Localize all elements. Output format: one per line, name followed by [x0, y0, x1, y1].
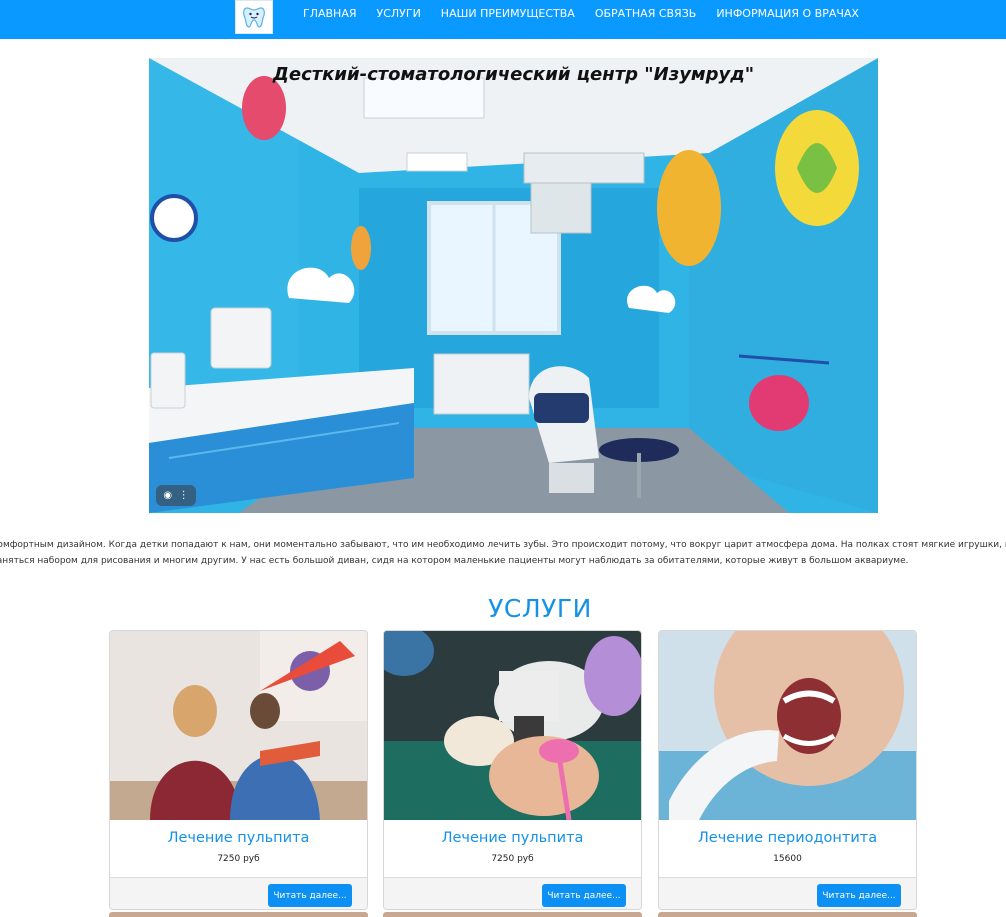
service-card: Лечение пульпита 7250 руб Читать далее..…	[383, 630, 642, 910]
clinic-room-illustration	[149, 58, 878, 513]
service-card-image	[384, 631, 641, 820]
service-card-price: 7250 руб	[217, 854, 260, 864]
service-card-image	[659, 631, 916, 820]
services-title: УСЛУГИ	[488, 594, 592, 623]
nav-item-services[interactable]: УСЛУГИ	[367, 7, 431, 20]
image-media-controls[interactable]: ◉ ⋮	[156, 485, 196, 506]
service-card-footer: Читать далее...	[110, 877, 367, 909]
tooth-logo-icon[interactable]	[235, 0, 273, 34]
service-card-price: 7250 руб	[491, 854, 534, 864]
nav-item-feedback[interactable]: ОБРАТНАЯ СВЯЗЬ	[585, 7, 707, 20]
service-card-footer: Читать далее...	[659, 877, 916, 909]
service-card-next-row	[383, 912, 642, 917]
nav-menu: ГЛАВНАЯ УСЛУГИ НАШИ ПРЕИМУЩЕСТВА ОБРАТНА…	[293, 0, 869, 26]
nav-item-advantages[interactable]: НАШИ ПРЕИМУЩЕСТВА	[431, 7, 585, 20]
service-card-title: Лечение периодонтита	[697, 830, 878, 846]
read-more-button[interactable]: Читать далее...	[268, 884, 352, 907]
hero-title: Десткий-стоматологический центр "Изумруд…	[272, 64, 755, 85]
read-more-button[interactable]: Читать далее...	[542, 884, 626, 907]
service-card-price: 15600	[773, 854, 802, 864]
service-card: Лечение периодонтита 15600 Читать далее.…	[658, 630, 917, 910]
intro-text: комфортным дизайном. Когда детки попадаю…	[0, 537, 1006, 571]
nav-item-doctors[interactable]: ИНФОРМАЦИЯ О ВРАЧАХ	[706, 7, 869, 20]
intro-line-2: заняться набором для рисования и многим …	[0, 556, 909, 566]
read-more-button[interactable]: Читать далее...	[817, 884, 901, 907]
service-card: Лечение пульпита 7250 руб Читать далее..…	[109, 630, 368, 910]
intro-line-1: комфортным дизайном. Когда детки попадаю…	[0, 540, 1006, 550]
service-card-footer: Читать далее...	[384, 877, 641, 909]
nav-item-home[interactable]: ГЛАВНАЯ	[293, 7, 367, 20]
camera-icon[interactable]: ◉	[163, 490, 172, 501]
service-card-title: Лечение пульпита	[441, 830, 584, 846]
service-card-image	[110, 631, 367, 820]
more-options-icon[interactable]: ⋮	[179, 490, 189, 501]
service-card-next-row	[109, 912, 368, 917]
hero-image: Десткий-стоматологический центр "Изумруд…	[149, 58, 878, 513]
navbar: ГЛАВНАЯ УСЛУГИ НАШИ ПРЕИМУЩЕСТВА ОБРАТНА…	[0, 0, 1006, 39]
service-card-title: Лечение пульпита	[167, 830, 310, 846]
service-card-next-row	[658, 912, 917, 917]
